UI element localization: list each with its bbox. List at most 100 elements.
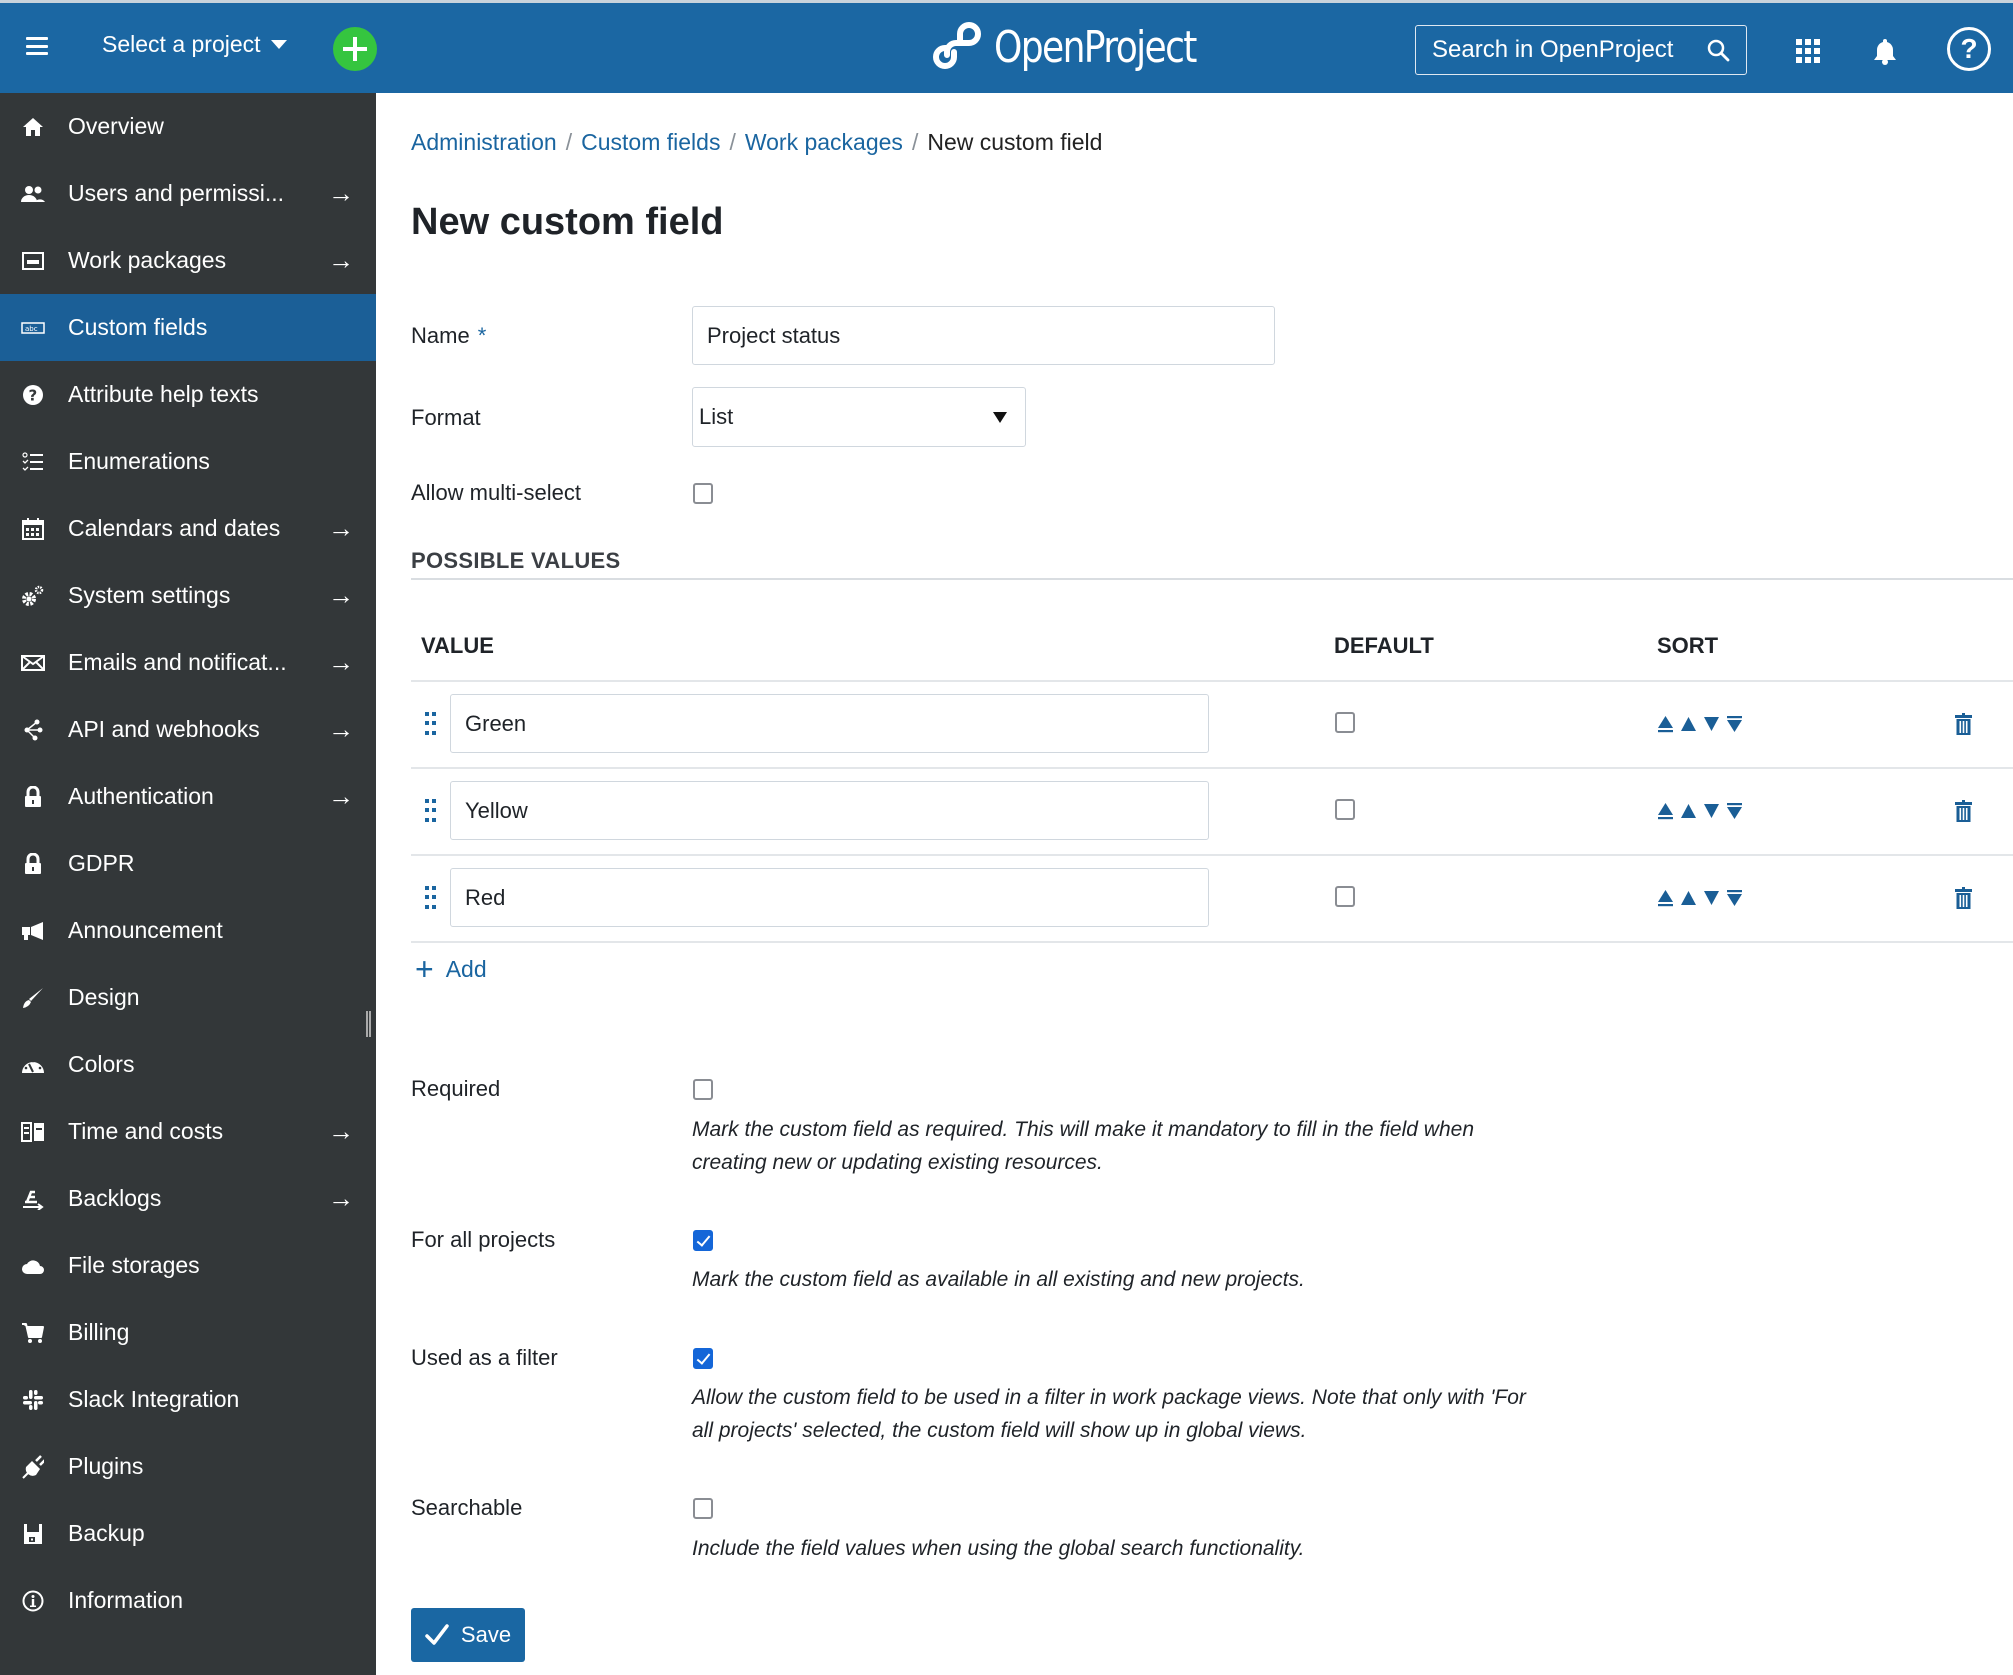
help-icon[interactable]: ? <box>1947 27 1991 71</box>
project-select-label: Select a project <box>102 31 261 57</box>
sidebar-item-custom-fields[interactable]: abc Custom fields <box>0 294 376 361</box>
used-as-filter-checkbox[interactable] <box>693 1348 713 1369</box>
sidebar-item-attribute-help-texts[interactable]: ? Attribute help texts <box>0 361 376 428</box>
move-to-bottom-icon[interactable] <box>1726 802 1743 820</box>
drag-handle-icon[interactable] <box>425 712 437 736</box>
breadcrumb-custom-fields[interactable]: Custom fields <box>581 129 720 156</box>
add-value-button[interactable]: + Add <box>415 953 487 985</box>
for-all-projects-checkbox[interactable] <box>693 1230 713 1251</box>
drag-handle-icon[interactable] <box>425 886 437 910</box>
sidebar-item-users-and-permissi[interactable]: Users and permissi... → <box>0 160 376 227</box>
sidebar-item-information[interactable]: Information <box>0 1567 376 1634</box>
sidebar-item-label: Time and costs <box>68 1118 224 1144</box>
gauge-icon <box>20 1052 46 1078</box>
sidebar-item-file-storages[interactable]: File storages <box>0 1232 376 1299</box>
column-header-default: DEFAULT <box>1334 633 1434 658</box>
sidebar-item-work-packages[interactable]: Work packages → <box>0 227 376 294</box>
drag-handle-icon[interactable] <box>425 799 437 823</box>
name-input[interactable]: Project status <box>692 306 1275 365</box>
move-up-icon[interactable] <box>1680 715 1697 733</box>
breadcrumb-work-packages[interactable]: Work packages <box>745 129 903 156</box>
default-checkbox[interactable] <box>1335 712 1355 733</box>
arrow-right-icon[interactable]: → <box>328 245 354 276</box>
move-to-bottom-icon[interactable] <box>1726 889 1743 907</box>
delete-trash-icon[interactable] <box>1955 800 1972 822</box>
searchable-checkbox[interactable] <box>693 1498 713 1519</box>
modules-grid-icon[interactable] <box>1796 39 1820 63</box>
sidebar-item-label: Design <box>68 984 140 1010</box>
search-icon[interactable] <box>1706 38 1730 62</box>
format-select[interactable]: List <box>692 387 1026 447</box>
project-select-dropdown[interactable]: Select a project <box>102 31 287 58</box>
dropdown-arrow-icon <box>993 411 1007 423</box>
arrow-right-icon[interactable]: → <box>328 513 354 544</box>
sidebar-item-backup[interactable]: Backup <box>0 1500 376 1567</box>
multi-select-label: Allow multi-select <box>411 480 581 505</box>
arrow-right-icon[interactable]: → <box>328 1116 354 1147</box>
default-checkbox[interactable] <box>1335 886 1355 907</box>
sidebar-item-authentication[interactable]: Authentication → <box>0 763 376 830</box>
sidebar-item-colors[interactable]: Colors <box>0 1031 376 1098</box>
sidebar-item-gdpr[interactable]: GDPR <box>0 830 376 897</box>
arrow-right-icon[interactable]: → <box>328 647 354 678</box>
sidebar-item-system-settings[interactable]: System settings → <box>0 562 376 629</box>
global-search-input[interactable]: Search in OpenProject <box>1415 25 1747 75</box>
sidebar-item-backlogs[interactable]: Backlogs → <box>0 1165 376 1232</box>
move-to-top-icon[interactable] <box>1657 802 1674 820</box>
create-new-button[interactable] <box>333 27 377 71</box>
sidebar-item-api-and-webhooks[interactable]: API and webhooks → <box>0 696 376 763</box>
budget-icon <box>20 1119 46 1145</box>
multi-select-checkbox[interactable] <box>693 483 713 504</box>
hamburger-menu-icon[interactable] <box>26 37 48 55</box>
arrow-right-icon[interactable]: → <box>328 580 354 611</box>
svg-text:?: ? <box>29 386 38 404</box>
mail-icon <box>20 650 46 676</box>
move-to-top-icon[interactable] <box>1657 715 1674 733</box>
sort-controls <box>1657 889 1743 907</box>
move-up-icon[interactable] <box>1680 889 1697 907</box>
sidebar-item-design[interactable]: Design <box>0 964 376 1031</box>
sidebar-item-overview[interactable]: Overview <box>0 93 376 160</box>
sidebar-item-enumerations[interactable]: Enumerations <box>0 428 376 495</box>
sidebar-item-billing[interactable]: Billing <box>0 1299 376 1366</box>
move-to-bottom-icon[interactable] <box>1726 715 1743 733</box>
sidebar-item-plugins[interactable]: Plugins <box>0 1433 376 1500</box>
sidebar-item-calendars-and-dates[interactable]: Calendars and dates → <box>0 495 376 562</box>
required-checkbox[interactable] <box>693 1079 713 1100</box>
sidebar-item-announcement[interactable]: Announcement <box>0 897 376 964</box>
sidebar-item-label: Users and permissi... <box>68 180 285 206</box>
brush-icon <box>20 985 46 1011</box>
sidebar-item-label: Custom fields <box>68 314 208 340</box>
delete-trash-icon[interactable] <box>1955 713 1972 735</box>
lock-icon <box>20 851 46 877</box>
delete-trash-icon[interactable] <box>1955 887 1972 909</box>
required-asterisk: * <box>477 323 487 348</box>
value-input[interactable]: Green <box>450 694 1209 753</box>
save-button[interactable]: Save <box>411 1608 525 1662</box>
arrow-right-icon[interactable]: → <box>328 1183 354 1214</box>
sidebar-item-label: GDPR <box>68 850 135 876</box>
breadcrumb-separator: / <box>911 129 919 155</box>
move-down-icon[interactable] <box>1703 889 1720 907</box>
row-divider <box>411 767 2013 769</box>
value-input[interactable]: Yellow <box>450 781 1209 840</box>
sidebar-item-time-and-costs[interactable]: Time and costs → <box>0 1098 376 1165</box>
move-up-icon[interactable] <box>1680 802 1697 820</box>
sidebar-item-label: Attribute help texts <box>68 381 259 407</box>
notification-bell-icon[interactable] <box>1872 37 1898 65</box>
openproject-logo[interactable]: OpenProject <box>930 17 1240 77</box>
move-down-icon[interactable] <box>1703 715 1720 733</box>
arrow-right-icon[interactable]: → <box>328 178 354 209</box>
move-to-top-icon[interactable] <box>1657 889 1674 907</box>
value-input[interactable]: Red <box>450 868 1209 927</box>
default-checkbox[interactable] <box>1335 799 1355 820</box>
sidebar-item-slack-integration[interactable]: Slack Integration <box>0 1366 376 1433</box>
sidebar-item-emails-and-notificat[interactable]: Emails and notificat... → <box>0 629 376 696</box>
arrow-right-icon[interactable]: → <box>328 781 354 812</box>
breadcrumb-administration[interactable]: Administration <box>411 129 557 156</box>
sidebar-resize-handle[interactable] <box>366 1011 371 1037</box>
arrow-right-icon[interactable]: → <box>328 714 354 745</box>
plus-icon: + <box>415 951 434 987</box>
move-down-icon[interactable] <box>1703 802 1720 820</box>
breadcrumb-separator: / <box>729 129 736 155</box>
